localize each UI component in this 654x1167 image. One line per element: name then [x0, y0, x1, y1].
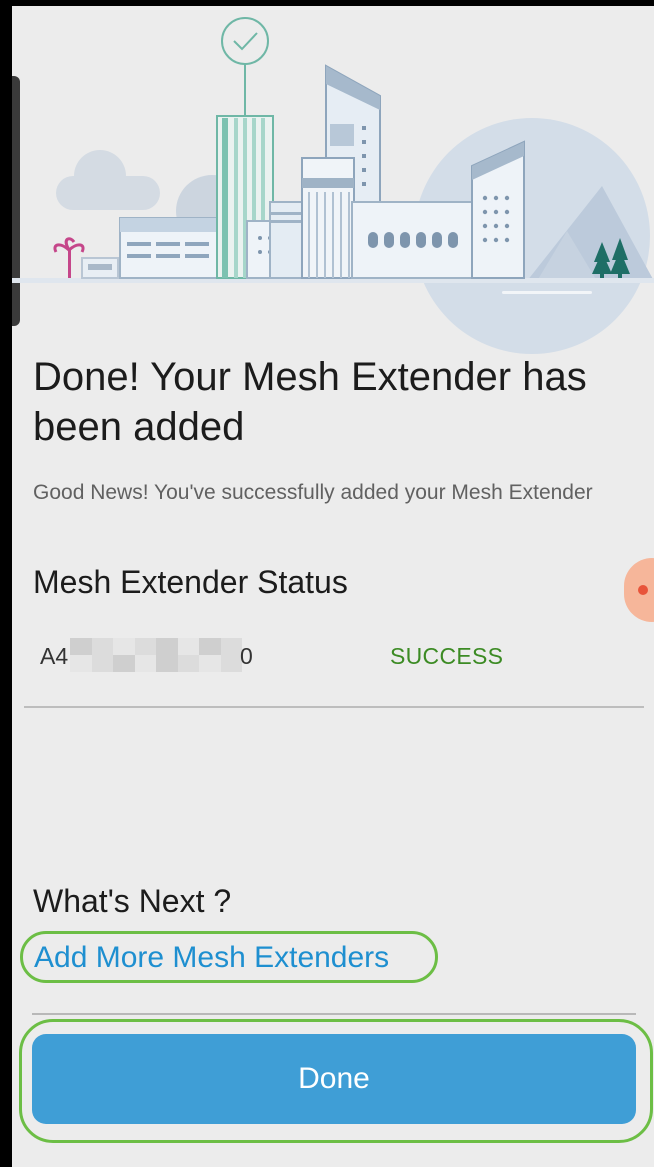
page-title: Done! Your Mesh Extender has been added: [33, 355, 587, 449]
palm-tree-icon: [53, 237, 85, 278]
building-striped: [301, 157, 355, 279]
status-heading: Mesh Extender Status: [33, 564, 348, 600]
whats-next-heading: What's Next ?: [33, 883, 232, 919]
redacted-serial: [70, 638, 242, 672]
device-id: A4 0: [40, 636, 260, 676]
divider: [24, 706, 644, 708]
device-id-start: A4: [40, 643, 69, 669]
status-row: A4 0 SUCCESS: [40, 636, 640, 676]
page-subtitle: Good News! You've successfully added you…: [33, 481, 593, 504]
app-screen: Done! Your Mesh Extender has been added …: [12, 6, 654, 1167]
floating-assistant-bubble[interactable]: [624, 558, 654, 622]
checkmark-icon: [221, 17, 269, 65]
done-button[interactable]: Done: [32, 1034, 636, 1124]
divider: [32, 1013, 636, 1015]
add-more-mesh-extenders-link[interactable]: Add More Mesh Extenders: [34, 938, 389, 978]
device-id-end: 0: [240, 643, 253, 669]
city-illustration: [12, 17, 654, 354]
building-arches: [351, 201, 475, 279]
status-badge: SUCCESS: [390, 643, 504, 669]
right-tower: [471, 140, 525, 279]
